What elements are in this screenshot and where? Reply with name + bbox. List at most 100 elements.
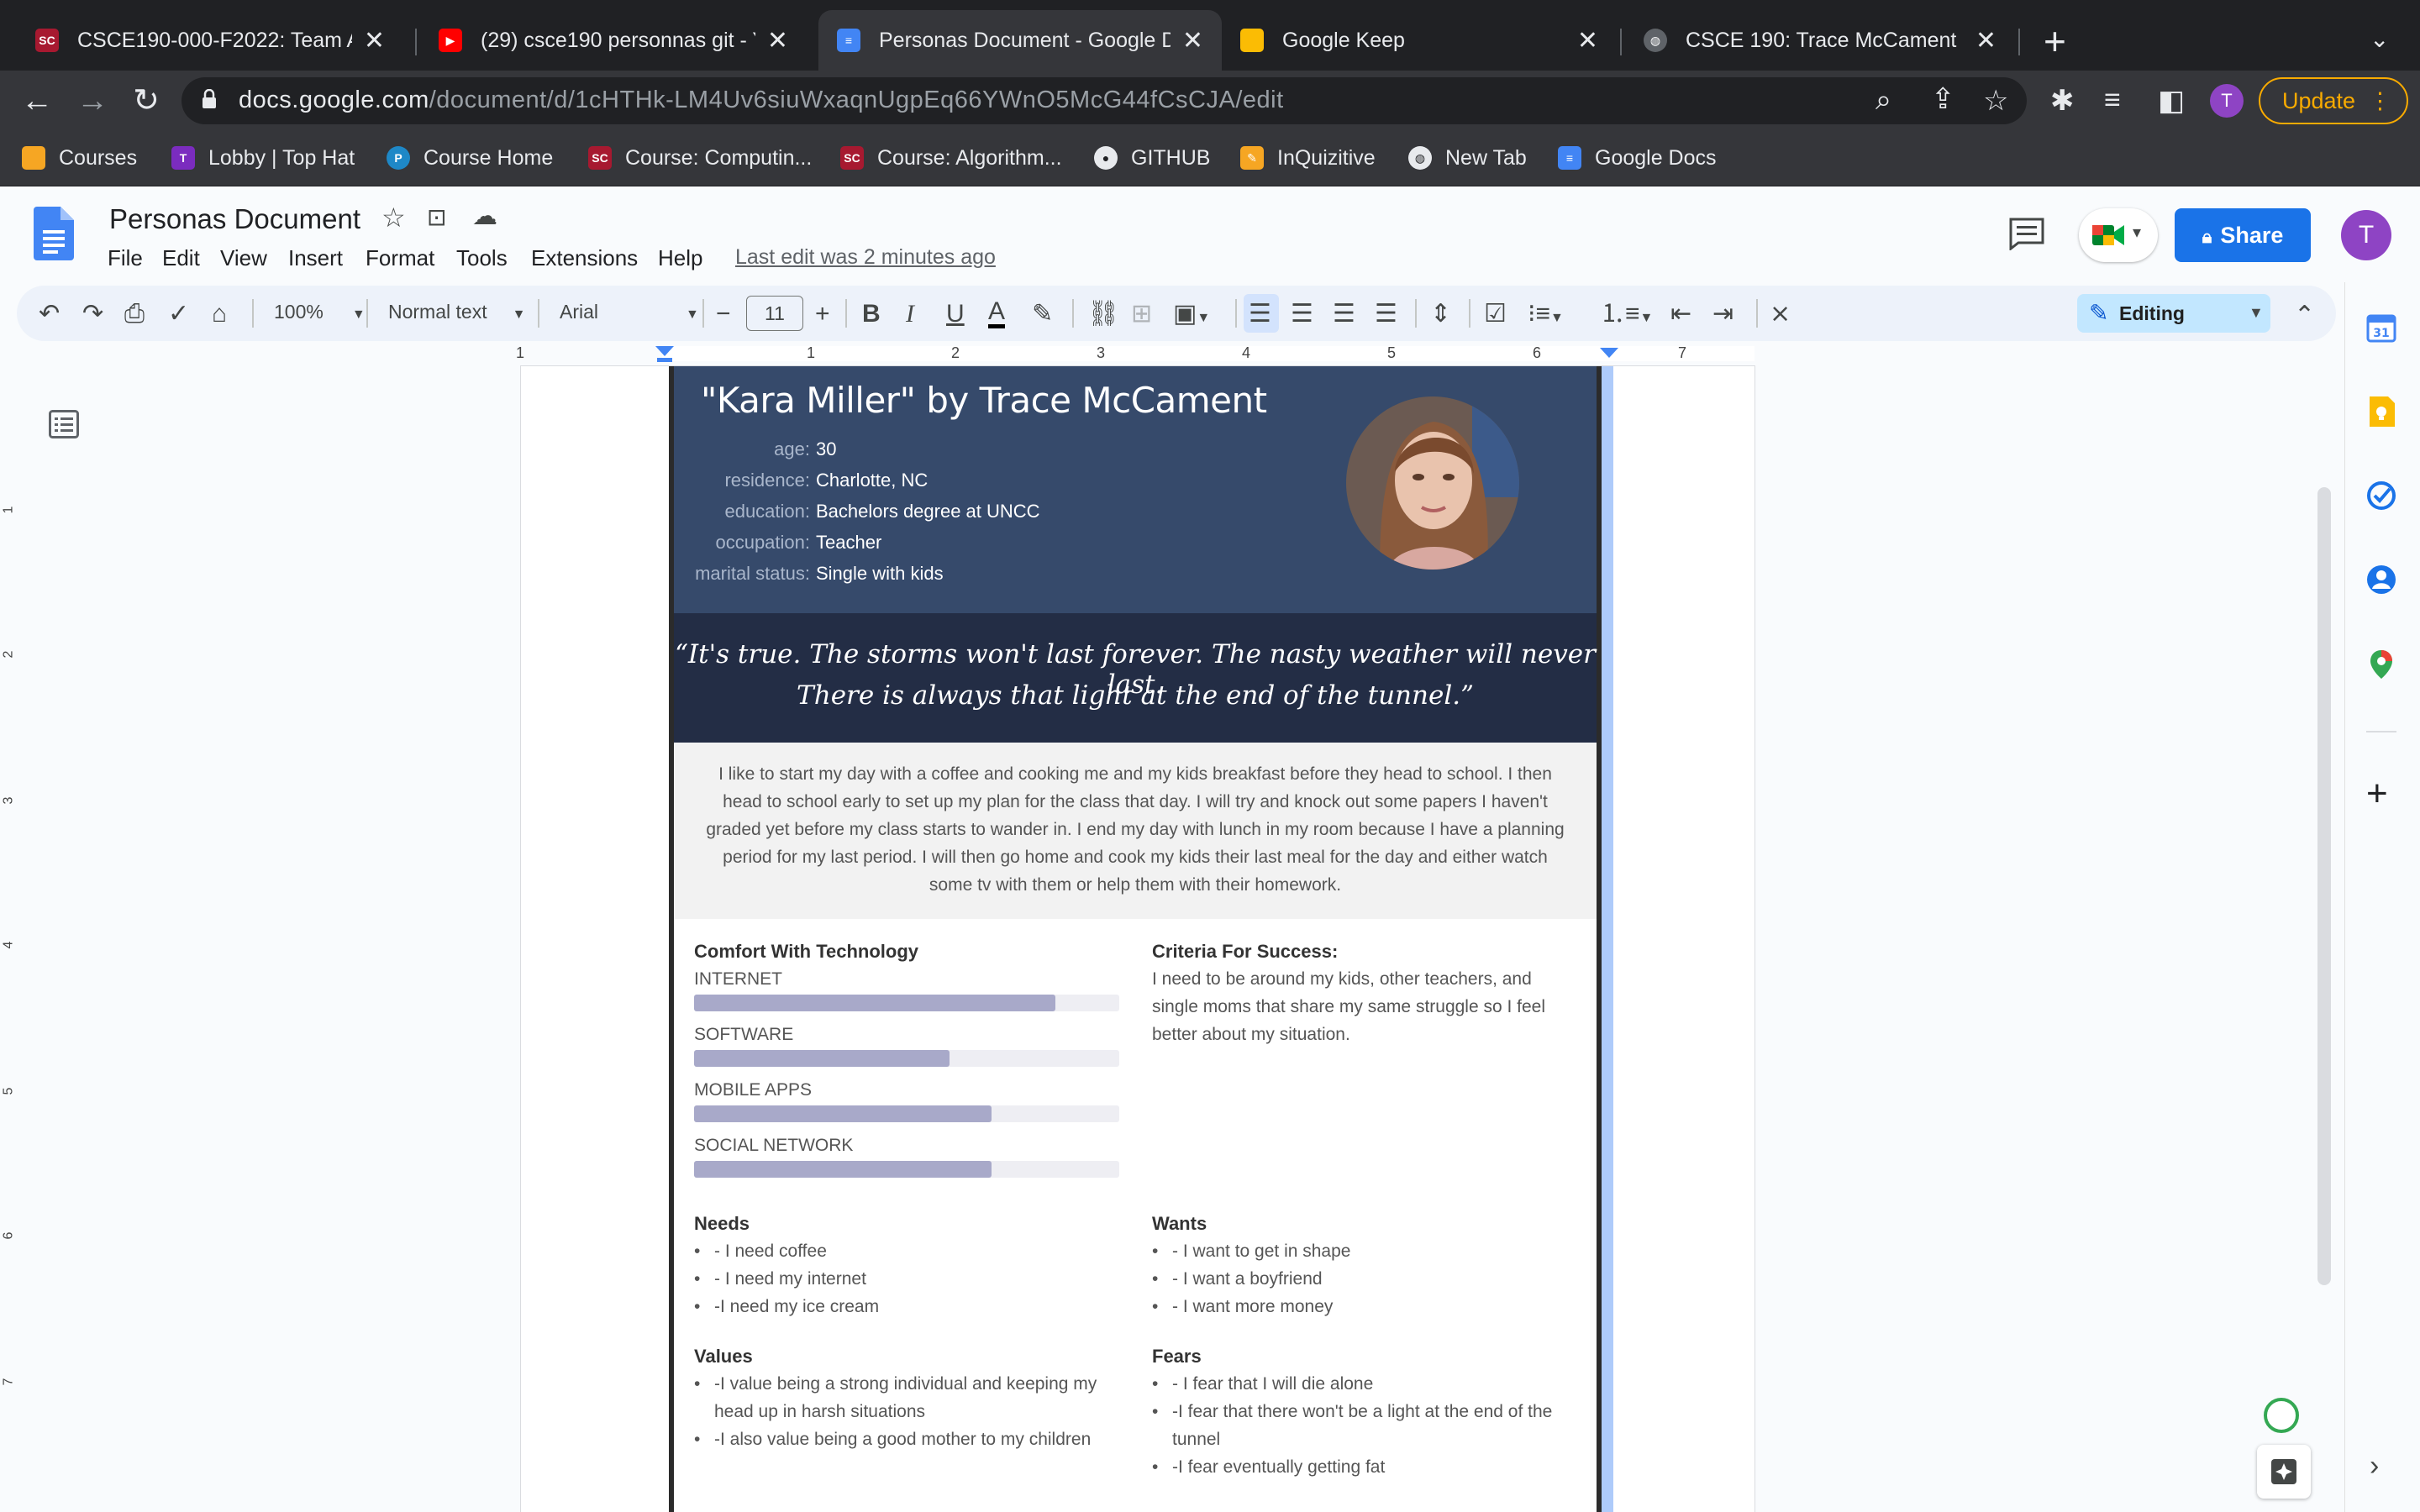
share-page-icon[interactable]: ⇪ [1931, 82, 1955, 116]
add-comment-icon[interactable]: ⊞ [1131, 299, 1152, 329]
vertical-scrollbar[interactable] [2317, 487, 2331, 1285]
contacts-icon[interactable] [2365, 563, 2398, 596]
reload-icon[interactable]: ↻ [126, 81, 166, 121]
checklist-icon[interactable]: ☑ [1484, 299, 1507, 329]
increase-indent-icon[interactable]: ⇥ [1712, 299, 1733, 329]
close-tab-icon[interactable]: ✕ [767, 26, 788, 55]
insert-link-icon[interactable]: ⛓ [1087, 299, 1119, 329]
tab-search-chevron-icon[interactable]: ⌄ [2370, 25, 2389, 53]
decrease-indent-icon[interactable]: ⇤ [1670, 299, 1691, 329]
align-right-icon[interactable]: ☰ [1333, 299, 1355, 329]
text-color-icon[interactable]: A [988, 299, 1006, 328]
add-addon-icon[interactable]: + [2366, 773, 2388, 815]
move-folder-icon[interactable]: ⊡ [427, 203, 446, 231]
menu-insert[interactable]: Insert [288, 245, 343, 271]
lock-icon[interactable] [202, 89, 217, 109]
vertical-ruler[interactable] [0, 366, 18, 1512]
explore-button[interactable] [2257, 1445, 2311, 1499]
comfort-label-internet: INTERNET [694, 969, 782, 989]
new-tab-button[interactable]: + [2044, 18, 2066, 64]
bulleted-list-icon[interactable]: ⁝≡▼ [1528, 299, 1564, 333]
redo-icon[interactable]: ↷ [82, 299, 103, 329]
keep-icon[interactable] [2365, 395, 2398, 428]
menu-format[interactable]: Format [366, 245, 434, 271]
paragraph-style-select[interactable]: Normal text ▼ [388, 301, 525, 323]
calendar-icon[interactable]: 31 [2365, 311, 2398, 344]
account-avatar[interactable]: T [2341, 210, 2391, 260]
align-left-icon[interactable]: ☰ [1249, 299, 1271, 329]
align-justify-icon[interactable]: ☰ [1375, 299, 1397, 329]
menu-file[interactable]: File [108, 245, 143, 271]
cloud-saved-icon[interactable]: ☁ [472, 202, 497, 231]
highlight-icon[interactable]: ✎ [1032, 299, 1053, 329]
bookmark-star-icon[interactable]: ☆ [1983, 84, 2008, 118]
bookmark-item[interactable]: Courses [22, 141, 137, 175]
document-outline-icon[interactable] [49, 410, 79, 438]
close-tab-icon[interactable]: ✕ [1975, 26, 1996, 55]
show-side-panel-chevron-icon[interactable]: › [2370, 1450, 2379, 1483]
spellcheck-icon[interactable]: ✓ [168, 299, 189, 329]
last-edit-link[interactable]: Last edit was 2 minutes ago [735, 245, 996, 270]
bookmark-item[interactable]: SC Course: Algorithm... [840, 141, 1062, 175]
side-panel-icon[interactable]: ◧ [2158, 84, 2185, 118]
browser-tab[interactable]: ▶ (29) csce190 personnas git - Y ✕ [420, 10, 807, 71]
comfort-label-software: SOFTWARE [694, 1025, 794, 1044]
clear-formatting-icon[interactable]: ⨯ [1770, 299, 1791, 329]
underline-icon[interactable]: U [946, 299, 965, 329]
bookmark-item[interactable]: T Lobby | Top Hat [171, 141, 355, 175]
menu-view[interactable]: View [220, 245, 267, 271]
menu-edit[interactable]: Edit [162, 245, 200, 271]
back-arrow-icon[interactable]: ← [17, 81, 57, 121]
undo-icon[interactable]: ↶ [39, 299, 60, 329]
bookmark-item[interactable]: SC Course: Computin... [588, 141, 812, 175]
browser-tab[interactable]: SC CSCE190-000-F2022: Team A ✕ [17, 10, 403, 71]
browser-tab[interactable]: Google Keep ✕ [1222, 10, 1617, 71]
italic-icon[interactable]: I [906, 299, 914, 329]
increase-font-size-icon[interactable]: + [815, 299, 830, 329]
font-size-input[interactable]: 11 [746, 296, 803, 331]
line-spacing-icon[interactable]: ⇕ [1430, 299, 1451, 329]
right-indent-marker-icon[interactable] [1600, 348, 1618, 360]
menu-tools[interactable]: Tools [456, 245, 508, 271]
comment-history-icon[interactable] [2008, 217, 2045, 250]
bold-icon[interactable]: B [862, 299, 881, 329]
decrease-font-size-icon[interactable]: − [716, 299, 731, 329]
meet-button[interactable]: ▾ [2079, 208, 2158, 262]
bookmark-item[interactable]: ◍ New Tab [1408, 141, 1527, 175]
menu-help[interactable]: Help [658, 245, 702, 271]
bookmark-item[interactable]: ✎ InQuizitive [1240, 141, 1376, 175]
indent-marker-icon[interactable] [655, 346, 674, 363]
bookmark-item[interactable]: ● GITHUB [1094, 141, 1210, 175]
bookmark-item[interactable]: ≡ Google Docs [1558, 141, 1717, 175]
update-button[interactable]: Update ⋮ [2259, 77, 2408, 124]
align-center-icon[interactable]: ☰ [1291, 299, 1313, 329]
insert-image-icon[interactable]: ▣▼ [1173, 299, 1210, 333]
star-icon[interactable]: ☆ [381, 202, 406, 234]
maps-icon[interactable] [2365, 647, 2398, 680]
share-button[interactable]: 🔒︎ Share [2175, 208, 2311, 262]
tab-separator [1620, 29, 1622, 55]
paint-format-icon[interactable]: ⌂ [212, 299, 227, 329]
tasks-icon[interactable] [2365, 479, 2398, 512]
profile-avatar[interactable]: T [2210, 84, 2244, 118]
docs-logo-icon[interactable] [34, 207, 74, 260]
hide-menus-chevron-icon[interactable]: ⌃ [2294, 301, 2315, 330]
close-tab-icon[interactable]: ✕ [364, 26, 385, 55]
document-title[interactable]: Personas Document [109, 203, 360, 235]
browser-tab[interactable]: ◍ CSCE 190: Trace McCament ✕ [1625, 10, 2015, 71]
media-queue-icon[interactable]: ≡ [2104, 84, 2121, 117]
close-tab-icon[interactable]: ✕ [1577, 26, 1598, 55]
bookmark-item[interactable]: P Course Home [387, 141, 553, 175]
numbered-list-icon[interactable]: ⒈≡▼ [1600, 299, 1653, 333]
forward-arrow-icon[interactable]: → [72, 81, 113, 121]
close-tab-icon[interactable]: ✕ [1182, 26, 1203, 55]
extensions-puzzle-icon[interactable]: ✱ [2050, 84, 2075, 118]
browser-tab-active[interactable]: ≡ Personas Document - Google D ✕ [818, 10, 1222, 71]
menu-extensions[interactable]: Extensions [531, 245, 638, 271]
url-text[interactable]: docs.google.com/document/d/1cHTHk-LM4Uv6… [239, 87, 1284, 114]
zoom-select[interactable]: 100% ▼ [274, 301, 366, 323]
zoom-magnifier-icon[interactable]: ⌕ [1876, 84, 1891, 117]
print-icon[interactable]: ⎙ [124, 299, 145, 329]
tab-title: CSCE190-000-F2022: Team A [77, 28, 352, 52]
font-family-select[interactable]: Arial ▼ [560, 301, 699, 323]
